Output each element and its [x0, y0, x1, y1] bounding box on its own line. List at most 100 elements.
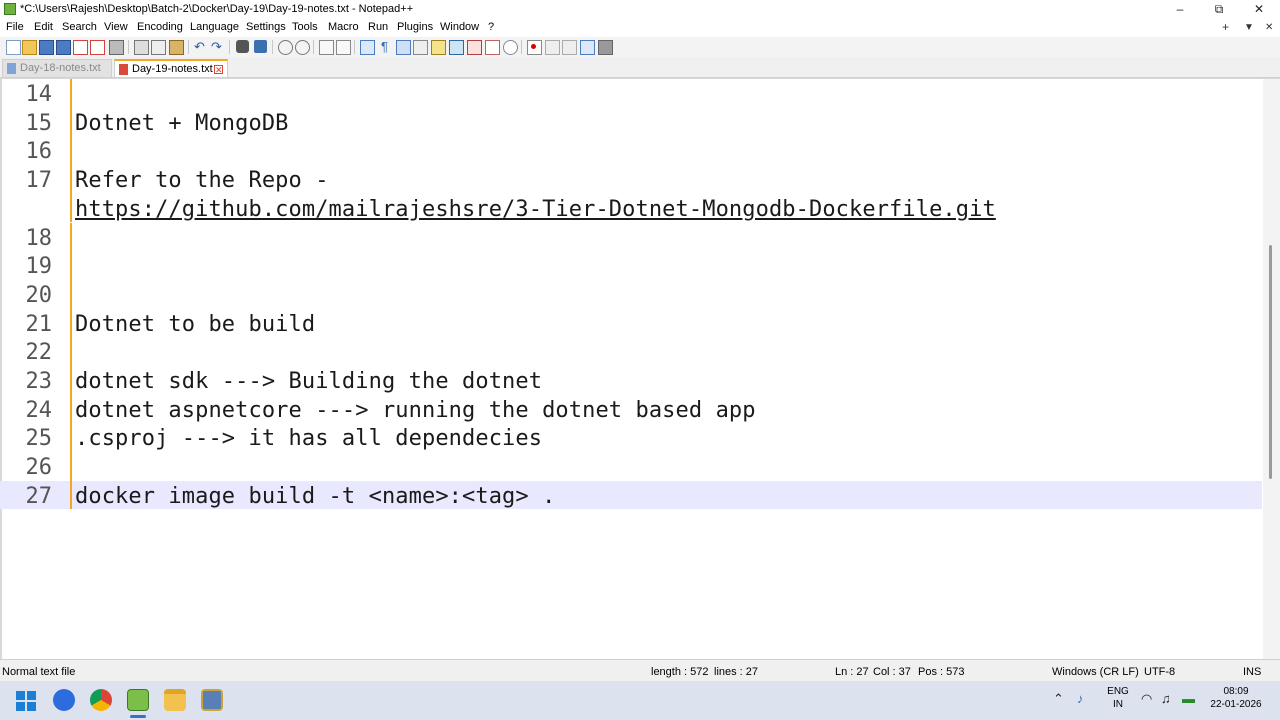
toolbar-separator — [521, 40, 522, 54]
battery-icon[interactable]: ▬ — [1182, 691, 1195, 706]
print-icon[interactable] — [109, 40, 124, 55]
editor-line[interactable]: 26 — [0, 452, 1262, 481]
editor-line[interactable]: 18 — [0, 222, 1262, 252]
restore-button[interactable]: ⧉ — [1199, 0, 1239, 19]
menu-search[interactable]: Search — [62, 21, 97, 33]
status-column: Col : 37 — [873, 666, 911, 678]
function-list-icon[interactable] — [431, 40, 446, 55]
line-number: 21 — [25, 311, 53, 337]
zoom-out-icon[interactable] — [295, 40, 310, 55]
file-explorer-icon[interactable] — [164, 689, 186, 711]
menu-language[interactable]: Language — [190, 21, 239, 33]
status-position: Pos : 573 — [918, 666, 965, 678]
chevron-up-icon[interactable]: ⌃ — [1053, 691, 1064, 707]
menu-edit[interactable]: Edit — [34, 21, 53, 33]
editor-line[interactable]: 19 — [0, 251, 1262, 280]
word-wrap-icon[interactable] — [360, 40, 375, 55]
close-tab-icon[interactable]: ✕ — [214, 65, 223, 75]
editor-line[interactable]: 14 — [0, 79, 1262, 108]
editor-line-wrapped[interactable]: https://github.com/mailrajeshsre/3-Tier-… — [0, 193, 1262, 223]
menu-view[interactable]: View — [104, 21, 128, 33]
date-text: 22-01-2026 — [1210, 699, 1262, 710]
editor-line[interactable]: 23 dotnet sdk ---> Building the dotnet — [0, 366, 1262, 395]
editor-line[interactable]: 20 — [0, 279, 1262, 309]
clock[interactable]: 08:09 22-01-2026 — [1206, 686, 1266, 710]
sync-horizontal-icon[interactable] — [336, 40, 351, 55]
playback-icon[interactable] — [562, 40, 577, 55]
tab-list-dropdown[interactable]: ▼ — [1244, 22, 1254, 33]
windows-start-icon[interactable] — [16, 691, 36, 711]
status-lines: lines : 27 — [714, 666, 759, 678]
line-text: Dotnet to be build — [75, 311, 316, 337]
scrollbar-thumb[interactable] — [1269, 245, 1272, 479]
text-editor[interactable]: 14 15 Dotnet + MongoDB 16 17 Refer to th… — [0, 78, 1280, 660]
microphone-icon[interactable]: ♪ — [1077, 691, 1084, 706]
zoom-icon[interactable] — [53, 689, 75, 711]
open-file-icon[interactable] — [22, 40, 37, 55]
vertical-scrollbar[interactable] — [1263, 79, 1280, 660]
remote-desktop-icon[interactable] — [201, 689, 223, 711]
close-icon[interactable] — [73, 40, 88, 55]
new-tab-button[interactable]: + — [1222, 20, 1229, 34]
menu-macro[interactable]: Macro — [328, 21, 359, 33]
copy-icon[interactable] — [151, 40, 166, 55]
monitoring-icon[interactable] — [485, 40, 500, 55]
run-macro-multiple-icon[interactable] — [580, 40, 595, 55]
modified-line-marker — [70, 366, 72, 395]
record-macro-icon[interactable] — [527, 40, 542, 55]
find-icon[interactable] — [236, 40, 249, 53]
eye-icon[interactable] — [503, 40, 518, 55]
folder-workspace-icon[interactable] — [449, 40, 464, 55]
close-all-icon[interactable] — [90, 40, 105, 55]
editor-line[interactable]: 22 — [0, 337, 1262, 366]
zoom-in-icon[interactable] — [278, 40, 293, 55]
repo-link-text[interactable]: https://github.com/mailrajeshsre/3-Tier-… — [75, 197, 996, 222]
cut-icon[interactable] — [134, 40, 149, 55]
save-icon[interactable] — [39, 40, 54, 55]
volume-icon[interactable]: ♫ — [1161, 691, 1171, 706]
menu-help[interactable]: ? — [488, 21, 494, 33]
save-macro-icon[interactable] — [598, 40, 613, 55]
indent-guide-icon[interactable] — [396, 40, 411, 55]
editor-line[interactable]: 16 — [0, 136, 1262, 166]
minimize-button[interactable]: – — [1160, 0, 1200, 19]
new-file-icon[interactable] — [6, 40, 21, 55]
menu-encoding[interactable]: Encoding — [137, 21, 183, 33]
doc-map-icon[interactable] — [413, 40, 428, 55]
status-insert-mode: INS — [1243, 666, 1262, 678]
menu-window[interactable]: Window — [440, 21, 479, 33]
menu-run[interactable]: Run — [368, 21, 388, 33]
menu-bar: File Edit Search View Encoding Language … — [0, 19, 1280, 37]
editor-line[interactable]: 25 .csproj ---> it has all dependecies — [0, 423, 1262, 453]
wifi-icon[interactable]: ◠ — [1141, 691, 1152, 707]
editor-line-current[interactable]: 27 docker image build -t <name>:<tag> . — [0, 480, 1262, 510]
redo-icon[interactable]: ↷ — [211, 40, 224, 53]
sync-vertical-icon[interactable] — [319, 40, 334, 55]
menu-file[interactable]: File — [6, 21, 24, 33]
menu-settings[interactable]: Settings — [246, 21, 286, 33]
status-line-number: Ln : 27 — [835, 666, 869, 678]
menu-plugins[interactable]: Plugins — [397, 21, 433, 33]
doc-list-icon[interactable] — [467, 40, 482, 55]
chrome-icon[interactable] — [90, 689, 112, 711]
menu-tools[interactable]: Tools — [292, 21, 318, 33]
editor-line[interactable]: 21 Dotnet to be build — [0, 308, 1262, 338]
notepad-plus-plus-icon[interactable] — [127, 689, 149, 711]
undo-icon[interactable]: ↶ — [194, 40, 207, 53]
tab-day-18-notes[interactable]: Day-18-notes.txt — [2, 59, 112, 77]
save-all-icon[interactable] — [56, 40, 71, 55]
paste-icon[interactable] — [169, 40, 184, 55]
tab-day-19-notes[interactable]: Day-19-notes.txt ✕ — [114, 59, 228, 77]
input-language[interactable]: ENG IN — [1106, 686, 1130, 710]
editor-line[interactable]: 24 dotnet aspnetcore ---> running the do… — [0, 394, 1262, 424]
windows-taskbar: ⌃ ♪ ENG IN ◠ ♫ ▬ 08:09 22-01-2026 — [0, 681, 1280, 720]
editor-line[interactable]: 15 Dotnet + MongoDB — [0, 107, 1262, 137]
editor-line[interactable]: 17 Refer to the Repo - — [0, 165, 1262, 194]
replace-icon[interactable] — [254, 40, 267, 53]
close-document-button[interactable]: ✕ — [1265, 22, 1273, 33]
stop-record-icon[interactable] — [545, 40, 560, 55]
modified-line-marker — [70, 251, 72, 280]
line-number: 16 — [25, 139, 53, 165]
show-all-chars-icon[interactable]: ¶ — [378, 40, 391, 53]
close-window-button[interactable]: ✕ — [1239, 0, 1279, 19]
